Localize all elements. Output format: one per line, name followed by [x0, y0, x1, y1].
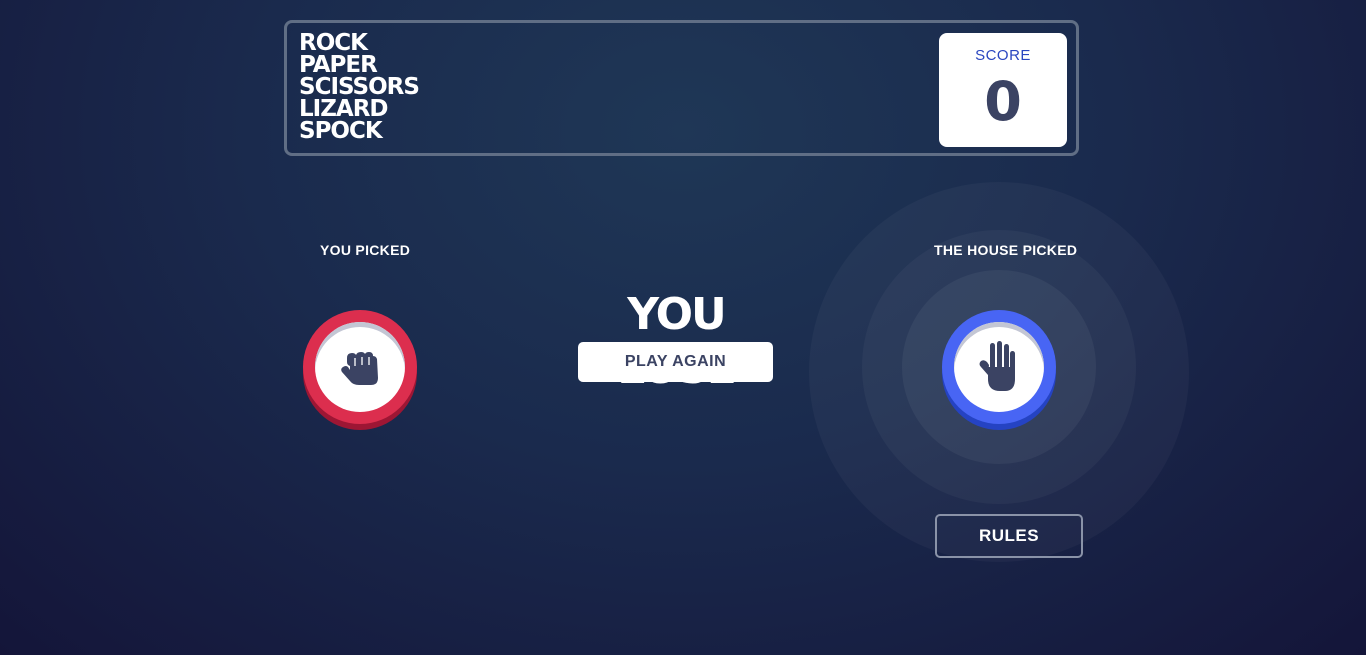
you-picked-label: YOU PICKED	[320, 242, 411, 258]
play-again-button[interactable]: PLAY AGAIN	[578, 342, 773, 382]
house-paper-token	[942, 310, 1056, 430]
title-line-paper: PAPER	[299, 52, 378, 78]
fist-icon	[341, 352, 378, 385]
game-header: ROCK PAPER SCISSORS LIZARD SPOCK SCORE 0	[284, 20, 1079, 156]
player-rock-token	[303, 310, 417, 430]
rules-button[interactable]: RULES	[935, 514, 1083, 558]
open-hand-icon	[979, 341, 1015, 391]
title-line-scissors: SCISSORS	[299, 74, 420, 100]
title-line-lizard: LIZARD	[299, 96, 388, 122]
score-value: 0	[984, 70, 1022, 133]
title-line-rock: ROCK	[299, 30, 368, 56]
rock-token-face	[315, 322, 405, 412]
score-label: SCORE	[975, 47, 1031, 64]
score-box: SCORE 0	[939, 33, 1067, 147]
paper-token-face	[954, 322, 1044, 412]
game-title: ROCK PAPER SCISSORS LIZARD SPOCK	[299, 30, 420, 144]
title-line-spock: SPOCK	[299, 118, 383, 144]
